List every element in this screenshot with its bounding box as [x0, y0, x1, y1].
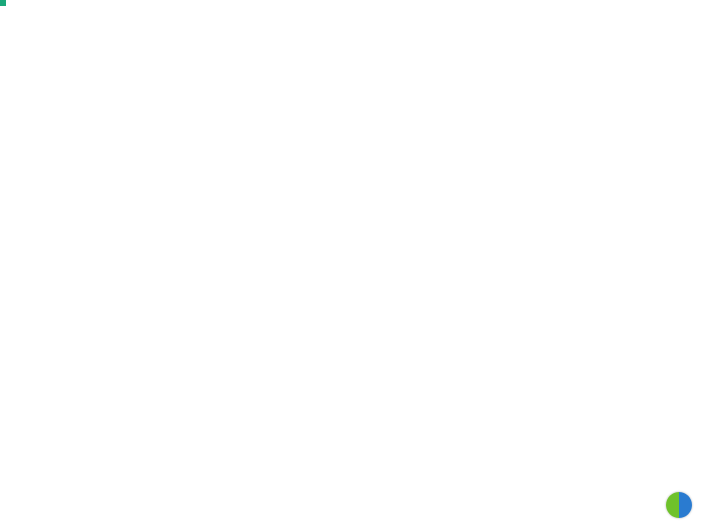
fill-handle[interactable] — [0, 0, 6, 6]
watermark — [666, 492, 696, 518]
active-cell-border — [0, 0, 4, 4]
watermark-logo-icon — [666, 492, 692, 518]
